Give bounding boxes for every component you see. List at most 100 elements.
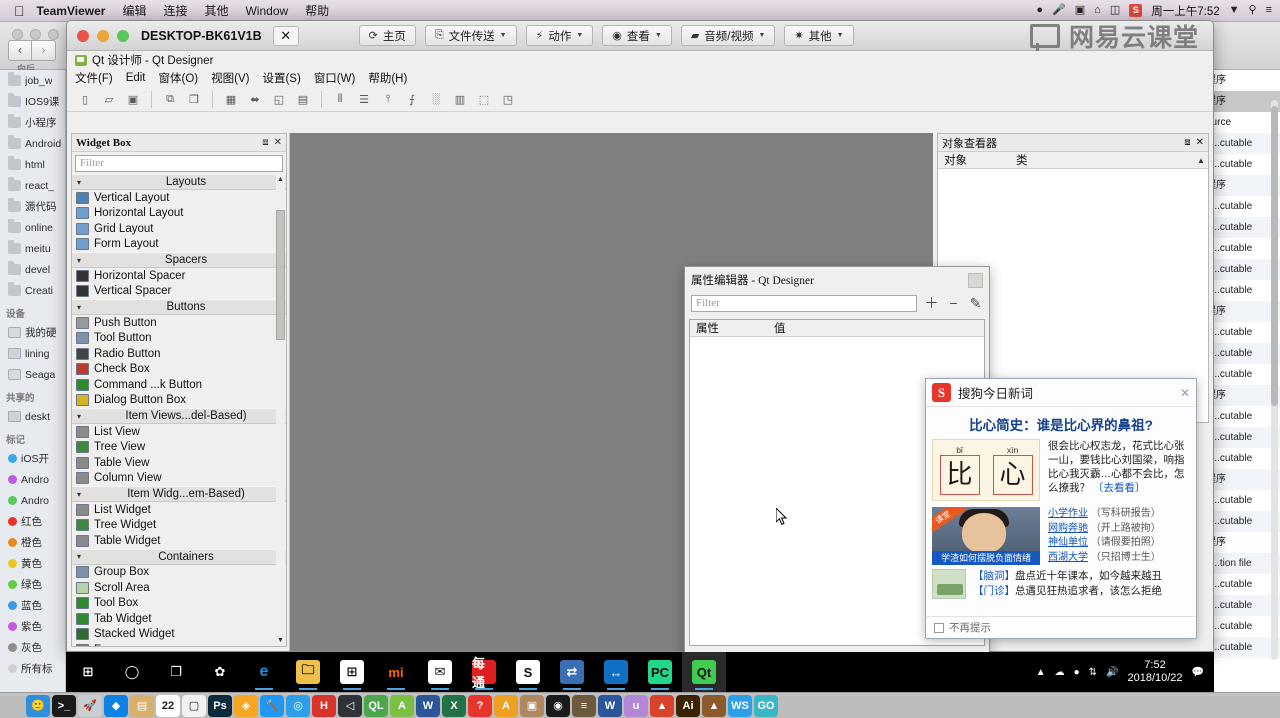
- sidebar-item[interactable]: react_: [0, 175, 65, 196]
- taskbar-app-fan[interactable]: ✿: [198, 652, 242, 692]
- widget-item[interactable]: Tool Button: [72, 331, 286, 347]
- widget-item[interactable]: Command ...k Button: [72, 377, 286, 393]
- teamviewer-button-chat[interactable]: ▰ 音频/视频 ▼: [680, 25, 776, 46]
- widget-group-buttons[interactable]: ▾ Buttons: [72, 299, 286, 315]
- sidebar-item[interactable]: 灰色: [0, 637, 65, 658]
- sogou-news-row[interactable]: 【门诊】总遇见狂热追求者，该怎么拒绝: [973, 584, 1190, 599]
- dock-item-database[interactable]: ≡: [572, 694, 596, 717]
- promo-thumbnail[interactable]: 课堂 学渣如何摆脱负面情绪: [932, 507, 1040, 565]
- sogou-link-title[interactable]: 网购奔驰: [1048, 523, 1088, 534]
- dock-item-hbuilder[interactable]: H: [312, 694, 336, 717]
- taskbar-app-sogou[interactable]: S: [506, 652, 550, 692]
- tv-zoom-button[interactable]: [117, 29, 129, 42]
- sidebar-item[interactable]: Creati: [0, 280, 65, 301]
- edit-buddies-icon[interactable]: ◱: [269, 90, 289, 109]
- taskbar-clock[interactable]: 7:52 2018/10/22: [1127, 659, 1182, 685]
- chevron-up-icon[interactable]: ▲: [1194, 156, 1208, 165]
- qt-menu-文件f[interactable]: 文件(F): [75, 70, 113, 86]
- onedrive-icon[interactable]: ☁: [1055, 667, 1065, 678]
- widget-item[interactable]: Table Widget: [72, 533, 286, 549]
- dock-item-navicat[interactable]: QL: [364, 694, 388, 717]
- edit-signals-icon[interactable]: ⬌: [245, 90, 265, 109]
- teamviewer-button-puzzle[interactable]: ✷ 其他 ▼: [784, 25, 854, 46]
- widget-item[interactable]: Grid Layout: [72, 221, 286, 237]
- volume-icon[interactable]: 🔊: [1106, 667, 1118, 678]
- sidebar-item[interactable]: html: [0, 154, 65, 175]
- taskbar-app-mi[interactable]: mi: [374, 652, 418, 692]
- chevron-down-icon[interactable]: ▼: [500, 32, 507, 39]
- dock-item-excel[interactable]: X: [442, 694, 466, 717]
- show-hidden-icons[interactable]: ▲: [1036, 667, 1046, 678]
- taskbar-app-mail[interactable]: ✉: [418, 652, 462, 692]
- finder-traffic-lights[interactable]: [12, 29, 59, 40]
- teamviewer-button-eye[interactable]: ◉ 查看 ▼: [602, 25, 672, 46]
- scroll-thumb[interactable]: [276, 210, 285, 340]
- taskbar-cortana-button[interactable]: ◯: [110, 652, 154, 692]
- dock-item-word[interactable]: W: [416, 694, 440, 717]
- widget-item[interactable]: Tree Widget: [72, 518, 286, 534]
- widget-item[interactable]: Tab Widget: [72, 611, 286, 627]
- widget-item[interactable]: Horizontal Layout: [72, 206, 286, 222]
- menu-item-teamviewer[interactable]: TeamViewer: [37, 4, 106, 18]
- sidebar-item[interactable]: meitu: [0, 238, 65, 259]
- sidebar-item[interactable]: 绿色: [0, 574, 65, 595]
- sidebar-item[interactable]: Andro: [0, 490, 65, 511]
- qt-menu-视图v[interactable]: 视图(V): [211, 70, 249, 86]
- chevron-down-icon[interactable]: ▾: [72, 490, 86, 499]
- dropbox-icon[interactable]: ●: [1036, 5, 1043, 16]
- dock-item-webstorm[interactable]: WS: [728, 694, 752, 717]
- close-icon[interactable]: ✕: [274, 137, 282, 148]
- edit-tab-order-icon[interactable]: ▤: [293, 90, 313, 109]
- control-center-icon[interactable]: ≡: [1266, 5, 1272, 16]
- widget-box-filter-input[interactable]: Filter: [75, 155, 283, 172]
- dock-item-preview[interactable]: ▣: [520, 694, 544, 717]
- action-center-icon[interactable]: 💬: [1192, 667, 1204, 678]
- taskbar-app-store[interactable]: ⊞: [330, 652, 374, 692]
- widget-group-itemviewsdelbased[interactable]: ▾ Item Views...del-Based): [72, 408, 286, 424]
- scroll-up-arrow-icon[interactable]: ▲: [276, 174, 285, 185]
- mac-clock[interactable]: 周一上午7:52: [1151, 3, 1219, 19]
- dock-item-calendar[interactable]: 22: [156, 694, 180, 717]
- sogou-headline[interactable]: 比心简史：谁是比心界的鼻祖?: [926, 407, 1196, 439]
- sidebar-item[interactable]: 小程序: [0, 112, 65, 133]
- dock-item-finder[interactable]: 🙂: [26, 694, 50, 717]
- search-icon[interactable]: ⚲: [1249, 5, 1257, 16]
- widget-item[interactable]: Frame: [72, 642, 286, 646]
- add-icon[interactable]: ＋: [924, 293, 939, 313]
- sogou-link-title[interactable]: 小学作业: [1048, 508, 1088, 519]
- layout-splitter-h-icon[interactable]: ⫯: [378, 90, 398, 109]
- dock-item-android-studio[interactable]: A: [390, 694, 414, 717]
- sidebar-item[interactable]: 源代码: [0, 196, 65, 217]
- sidebar-item[interactable]: IOS9课: [0, 91, 65, 112]
- qt-menu-窗体o[interactable]: 窗体(O): [159, 70, 199, 86]
- finder-minimize-button[interactable]: [30, 29, 41, 40]
- widget-item[interactable]: Stacked Widget: [72, 627, 286, 643]
- layout-splitter-v-icon[interactable]: ⨍: [402, 90, 422, 109]
- dock-item-textedit[interactable]: ▢: [182, 694, 206, 717]
- dock-item-sketch[interactable]: ◈: [234, 694, 258, 717]
- sidebar-item[interactable]: 红色: [0, 511, 65, 532]
- go-look-link[interactable]: 〔去看看〕: [1093, 482, 1146, 494]
- teamviewer-button-lightning[interactable]: ⚡ 动作 ▼: [525, 25, 594, 46]
- chevron-down-icon[interactable]: ▼: [837, 32, 844, 39]
- wifi-icon[interactable]: ▼: [1229, 5, 1240, 16]
- dock-item-launchpad[interactable]: 🚀: [78, 694, 102, 717]
- dock-item-sublime[interactable]: u: [624, 694, 648, 717]
- menu-item-other[interactable]: 其他: [204, 2, 228, 19]
- sidebar-item[interactable]: 所有标: [0, 658, 65, 679]
- layout-horizontal-icon[interactable]: ⦀: [330, 90, 350, 109]
- widget-group-layouts[interactable]: ▾ Layouts: [72, 174, 286, 190]
- dock-item-app-store[interactable]: A: [494, 694, 518, 717]
- dock-item-word2[interactable]: W: [598, 694, 622, 717]
- widget-item[interactable]: Column View: [72, 471, 286, 487]
- resize-grip-icon[interactable]: [968, 272, 983, 288]
- bluetooth-icon[interactable]: ⌂: [1094, 5, 1101, 16]
- dock-item-photoshop[interactable]: Ps: [208, 694, 232, 717]
- dock-item-question-app[interactable]: ?: [468, 694, 492, 717]
- dock-item-mountain-app[interactable]: ▲: [702, 694, 726, 717]
- dock-item-unity[interactable]: ◁: [338, 694, 362, 717]
- sidebar-item[interactable]: 紫色: [0, 616, 65, 637]
- finder-nav-buttons[interactable]: ‹ ›: [8, 40, 56, 61]
- finder-forward-button[interactable]: ›: [32, 40, 56, 61]
- qt-menu-设置s[interactable]: 设置(S): [262, 70, 300, 86]
